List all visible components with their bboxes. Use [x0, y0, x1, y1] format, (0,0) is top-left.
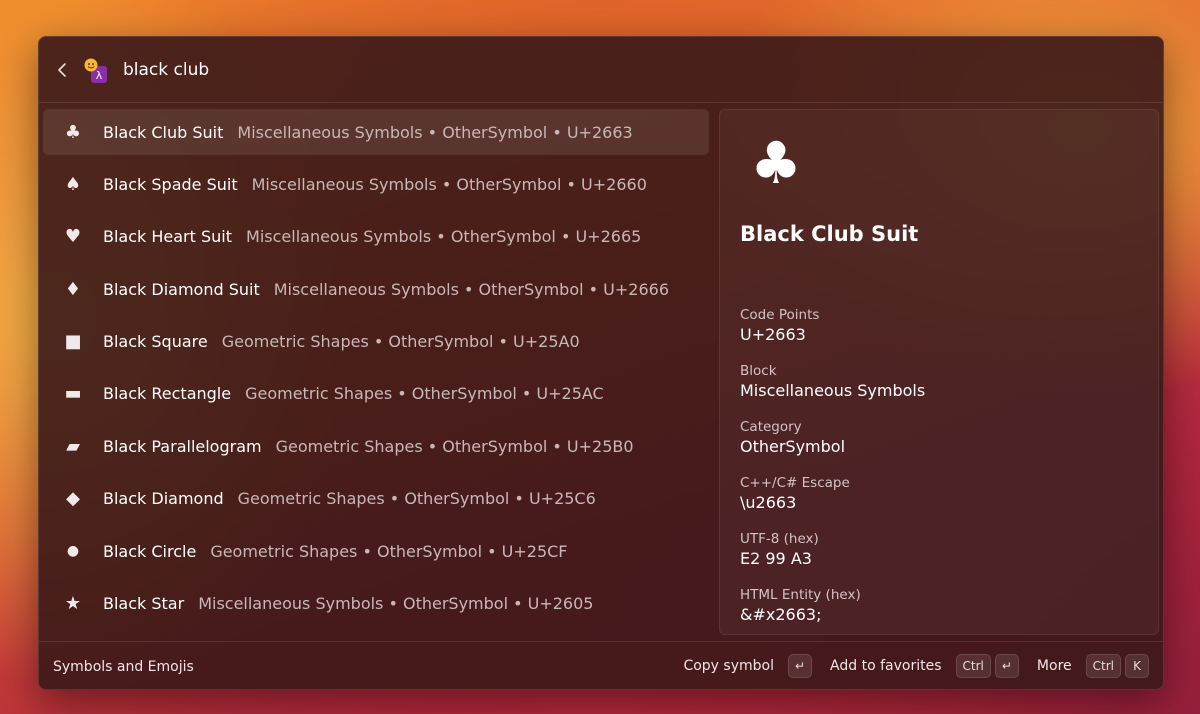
search-header: λ — [39, 37, 1163, 103]
property-label: UTF-8 (hex) — [740, 531, 819, 547]
property-utf8: UTF-8 (hex) E2 99 A3 — [740, 530, 925, 586]
result-row[interactable]: ★ Black Star Miscellaneous Symbols • Oth… — [43, 581, 709, 627]
copy-symbol-action[interactable]: Copy symbol ↵ — [683, 654, 813, 678]
parallelogram-icon: ▰ — [66, 435, 80, 457]
more-label: More — [1036, 658, 1072, 674]
more-actions[interactable]: More Ctrl K — [1037, 654, 1149, 678]
result-row[interactable]: ♦ Black Diamond Suit Miscellaneous Symbo… — [43, 266, 709, 312]
svg-text:λ: λ — [96, 69, 103, 82]
result-subtitle: Miscellaneous Symbols • OtherSymbol • U+… — [251, 174, 647, 194]
result-subtitle: Geometric Shapes • OtherSymbol • U+25AC — [245, 384, 604, 404]
result-row[interactable]: ♠ Black Spade Suit Miscellaneous Symbols… — [43, 161, 709, 207]
result-subtitle: Geometric Shapes • OtherSymbol • U+25C6 — [237, 489, 596, 509]
property-value: Miscellaneous Symbols — [740, 381, 926, 400]
property-escape: C++/C# Escape \u2663 — [740, 474, 925, 530]
property-value: E2 99 A3 — [740, 549, 812, 568]
detail-panel: ♣ Black Club Suit Code Points U+2663 Blo… — [719, 109, 1159, 635]
square-icon: ■ — [64, 331, 82, 353]
property-category: Category OtherSymbol — [740, 418, 925, 474]
result-name: Black Parallelogram — [103, 436, 262, 456]
detail-title: Black Club Suit — [740, 222, 919, 246]
spade-suit-icon: ♠ — [64, 173, 82, 195]
star-icon: ★ — [64, 593, 82, 615]
result-name: Black Diamond — [103, 489, 224, 509]
detail-properties: Code Points U+2663 Block Miscellaneous S… — [740, 306, 925, 634]
result-name: Black Rectangle — [103, 384, 232, 404]
property-block: Block Miscellaneous Symbols — [740, 362, 925, 418]
diamond-icon: ◆ — [66, 488, 80, 510]
result-subtitle: Miscellaneous Symbols • OtherSymbol • U+… — [273, 279, 669, 299]
actions: Copy symbol ↵ Add to favorites Ctrl ↵ Mo… — [665, 654, 1149, 678]
result-row[interactable]: ♣ Black Club Suit Miscellaneous Symbols … — [43, 109, 709, 155]
property-value: OtherSymbol — [740, 437, 846, 456]
club-suit-icon: ♣ — [64, 121, 82, 143]
club-suit-preview-icon: ♣ — [750, 129, 802, 197]
result-subtitle: Miscellaneous Symbols • OtherSymbol • U+… — [237, 122, 633, 142]
enter-key-icon: ↵ — [787, 654, 813, 678]
property-value: \u2663 — [740, 493, 797, 512]
action-bar: Symbols and Emojis Copy symbol ↵ Add to … — [39, 641, 1163, 689]
property-html-entity: HTML Entity (hex) &#x2663; — [740, 586, 925, 634]
result-row[interactable]: ■ Black Square Geometric Shapes • OtherS… — [43, 319, 709, 365]
result-subtitle: Geometric Shapes • OtherSymbol • U+25CF — [210, 541, 568, 561]
result-name: Black Heart Suit — [103, 227, 233, 247]
ctrl-key: Ctrl — [955, 654, 991, 678]
property-code-points: Code Points U+2663 — [740, 306, 925, 362]
property-label: Code Points — [740, 307, 820, 323]
symbols-extension-icon: λ — [84, 58, 107, 83]
property-value: &#x2663; — [740, 605, 822, 624]
rectangle-icon: ▬ — [64, 383, 82, 405]
result-name: Black Circle — [103, 541, 197, 561]
search-input[interactable] — [123, 55, 723, 85]
property-label: Category — [740, 419, 802, 435]
ctrl-key: Ctrl — [1085, 654, 1121, 678]
result-name: Black Star — [103, 594, 185, 614]
heart-suit-icon: ♥ — [64, 226, 82, 248]
property-label: C++/C# Escape — [740, 475, 850, 491]
add-to-favorites-action[interactable]: Add to favorites Ctrl ↵ — [830, 654, 1019, 678]
command-palette-window: λ ♣ Black Club Suit Miscellaneous Symbol… — [38, 36, 1164, 690]
result-row[interactable]: ♥ Black Heart Suit Miscellaneous Symbols… — [43, 214, 709, 260]
result-subtitle: Geometric Shapes • OtherSymbol • U+25B0 — [275, 436, 634, 456]
k-key: K — [1125, 654, 1149, 678]
result-subtitle: Miscellaneous Symbols • OtherSymbol • U+… — [246, 227, 642, 247]
result-row[interactable]: ◆ Black Diamond Geometric Shapes • Other… — [43, 476, 709, 522]
result-name: Black Spade Suit — [103, 174, 238, 194]
result-subtitle: Geometric Shapes • OtherSymbol • U+25A0 — [221, 332, 580, 352]
result-row[interactable]: ● Black Circle Geometric Shapes • OtherS… — [43, 528, 709, 574]
extension-title: Symbols and Emojis — [53, 659, 194, 675]
result-name: Black Club Suit — [103, 122, 224, 142]
circle-icon: ● — [66, 543, 80, 560]
result-name: Black Diamond Suit — [103, 279, 260, 299]
enter-key-icon: ↵ — [994, 654, 1019, 678]
result-row[interactable]: ▰ Black Parallelogram Geometric Shapes •… — [43, 423, 709, 469]
property-value: U+2663 — [740, 325, 806, 344]
property-label: HTML Entity (hex) — [740, 587, 861, 603]
chevron-left-icon — [58, 63, 66, 77]
back-button[interactable] — [49, 57, 75, 83]
result-subtitle: Miscellaneous Symbols • OtherSymbol • U+… — [198, 594, 594, 614]
result-name: Black Square — [103, 332, 208, 352]
result-row[interactable]: ▬ Black Rectangle Geometric Shapes • Oth… — [43, 371, 709, 417]
property-label: Block — [740, 363, 777, 379]
results-list: ♣ Black Club Suit Miscellaneous Symbols … — [43, 109, 709, 637]
diamond-suit-icon: ♦ — [64, 278, 82, 300]
copy-symbol-label: Copy symbol — [683, 658, 774, 674]
add-to-favorites-label: Add to favorites — [830, 658, 942, 674]
